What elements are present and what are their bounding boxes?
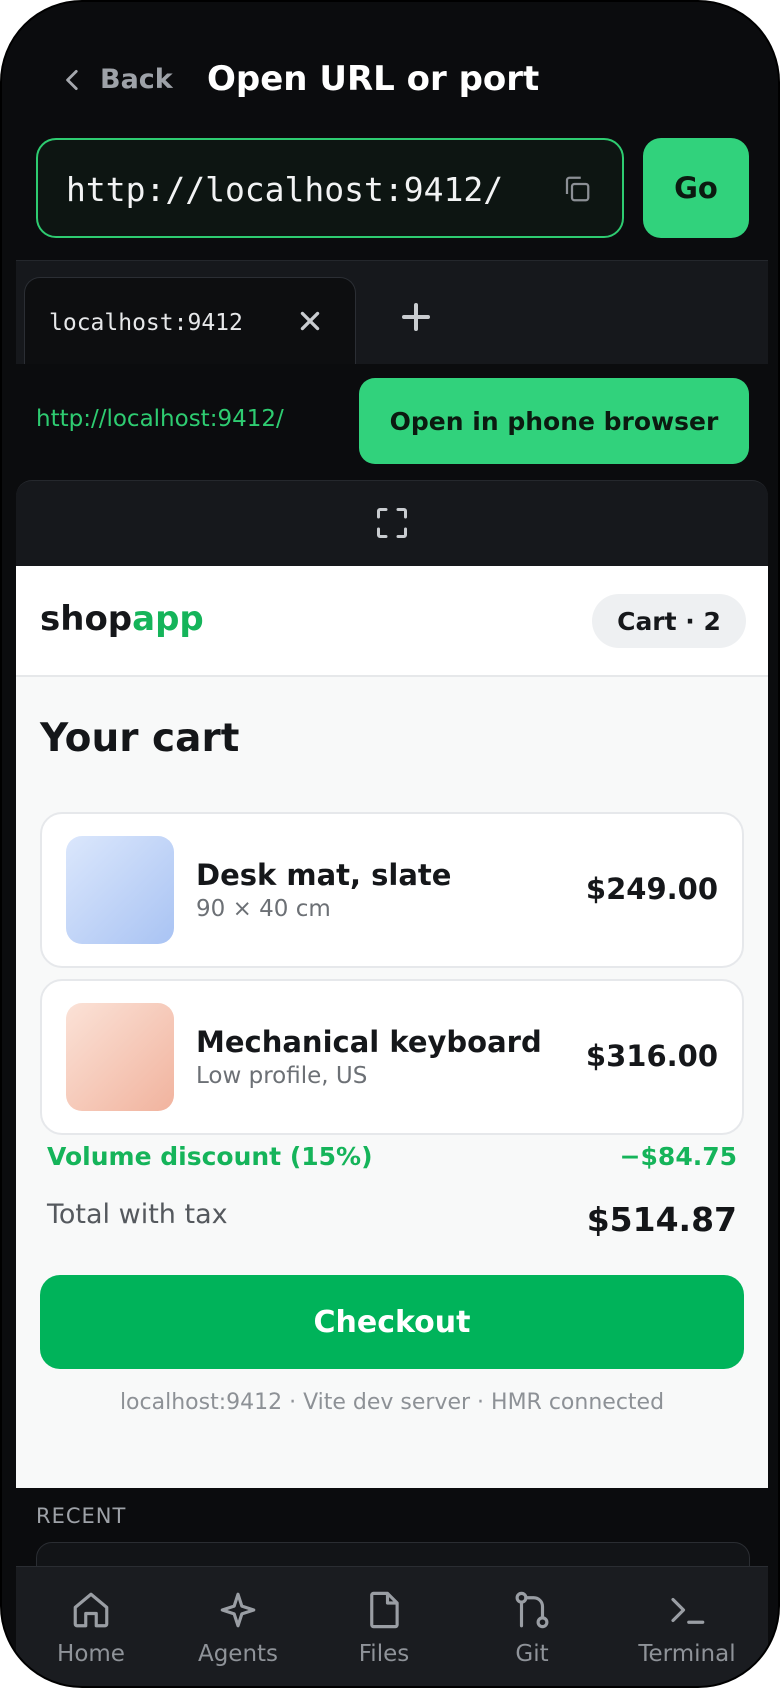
- cart-heading: Your cart: [40, 716, 240, 761]
- nav-label: Agents: [197, 1641, 279, 1667]
- bottom-nav: Home Agents Files Git Terminal: [16, 1566, 768, 1686]
- copy-icon[interactable]: [562, 174, 592, 204]
- product-thumbnail: [66, 1003, 174, 1111]
- shop-logo[interactable]: shopapp: [40, 599, 204, 639]
- cart-button[interactable]: Cart · 2: [592, 594, 746, 648]
- item-detail: Low profile, US: [196, 1063, 368, 1089]
- phone-frame: Back Open URL or port http://localhost:9…: [0, 0, 780, 1688]
- header: Back Open URL or port: [2, 2, 778, 132]
- discount-label: Volume discount (15%): [47, 1142, 373, 1171]
- nav-agents[interactable]: Agents: [163, 1589, 313, 1667]
- item-price: $316.00: [585, 1039, 718, 1073]
- page-title: Open URL or port: [207, 59, 540, 99]
- url-input[interactable]: http://localhost:9412/: [36, 138, 624, 238]
- nav-label: Git: [515, 1641, 549, 1667]
- total-value: $514.87: [586, 1200, 737, 1239]
- go-button[interactable]: Go: [643, 138, 749, 238]
- open-row: http://localhost:9412/ Open in phone bro…: [16, 364, 768, 480]
- item-name: Desk mat, slate: [196, 858, 452, 892]
- nav-files[interactable]: Files: [309, 1589, 459, 1667]
- nav-label: Terminal: [638, 1641, 736, 1667]
- discount-value: −$84.75: [619, 1142, 737, 1171]
- git-branch-icon: [515, 1591, 549, 1629]
- brand-accent: app: [132, 599, 204, 639]
- checkout-button[interactable]: Checkout: [40, 1275, 744, 1369]
- sparkle-icon: [220, 1592, 256, 1628]
- total-label: Total with tax: [47, 1199, 228, 1230]
- item-price: $249.00: [585, 872, 718, 906]
- tab-label: localhost:9412: [49, 310, 243, 336]
- tab-localhost[interactable]: localhost:9412: [24, 277, 356, 365]
- back-button[interactable]: Back: [60, 64, 173, 95]
- tab-bar: localhost:9412: [16, 260, 768, 366]
- cart-item[interactable]: Mechanical keyboard Low profile, US $316…: [40, 979, 744, 1135]
- preview-toolbar: [16, 480, 768, 567]
- nav-git[interactable]: Git: [457, 1589, 607, 1667]
- nav-label: Files: [358, 1641, 410, 1667]
- brand-main: shop: [40, 599, 133, 639]
- nav-home[interactable]: Home: [16, 1589, 166, 1667]
- file-icon: [370, 1591, 399, 1629]
- close-icon[interactable]: [297, 308, 323, 334]
- dev-server-status: localhost:9412 · Vite dev server · HMR c…: [119, 1390, 665, 1415]
- shop-navbar: shopapp Cart · 2: [16, 566, 768, 677]
- current-url: http://localhost:9412/: [36, 406, 284, 432]
- url-input-value[interactable]: http://localhost:9412/: [66, 170, 503, 209]
- product-thumbnail: [66, 836, 174, 944]
- cart-item[interactable]: Desk mat, slate 90 × 40 cm $249.00: [40, 812, 744, 968]
- webview: shopapp Cart · 2 Your cart Desk mat, sla…: [16, 566, 768, 1488]
- nav-label: Home: [57, 1641, 125, 1667]
- item-detail: 90 × 40 cm: [196, 896, 331, 922]
- home-icon: [73, 1592, 109, 1628]
- open-in-phone-browser-button[interactable]: Open in phone browser: [359, 378, 749, 464]
- terminal-icon: [671, 1597, 705, 1624]
- plus-icon[interactable]: [400, 301, 432, 333]
- back-label: Back: [100, 64, 173, 95]
- nav-terminal[interactable]: Terminal: [612, 1589, 762, 1667]
- chevron-left-icon: [66, 69, 78, 90]
- recent-heading: RECENT: [36, 1504, 127, 1528]
- item-name: Mechanical keyboard: [196, 1025, 542, 1059]
- fullscreen-icon[interactable]: [374, 505, 410, 541]
